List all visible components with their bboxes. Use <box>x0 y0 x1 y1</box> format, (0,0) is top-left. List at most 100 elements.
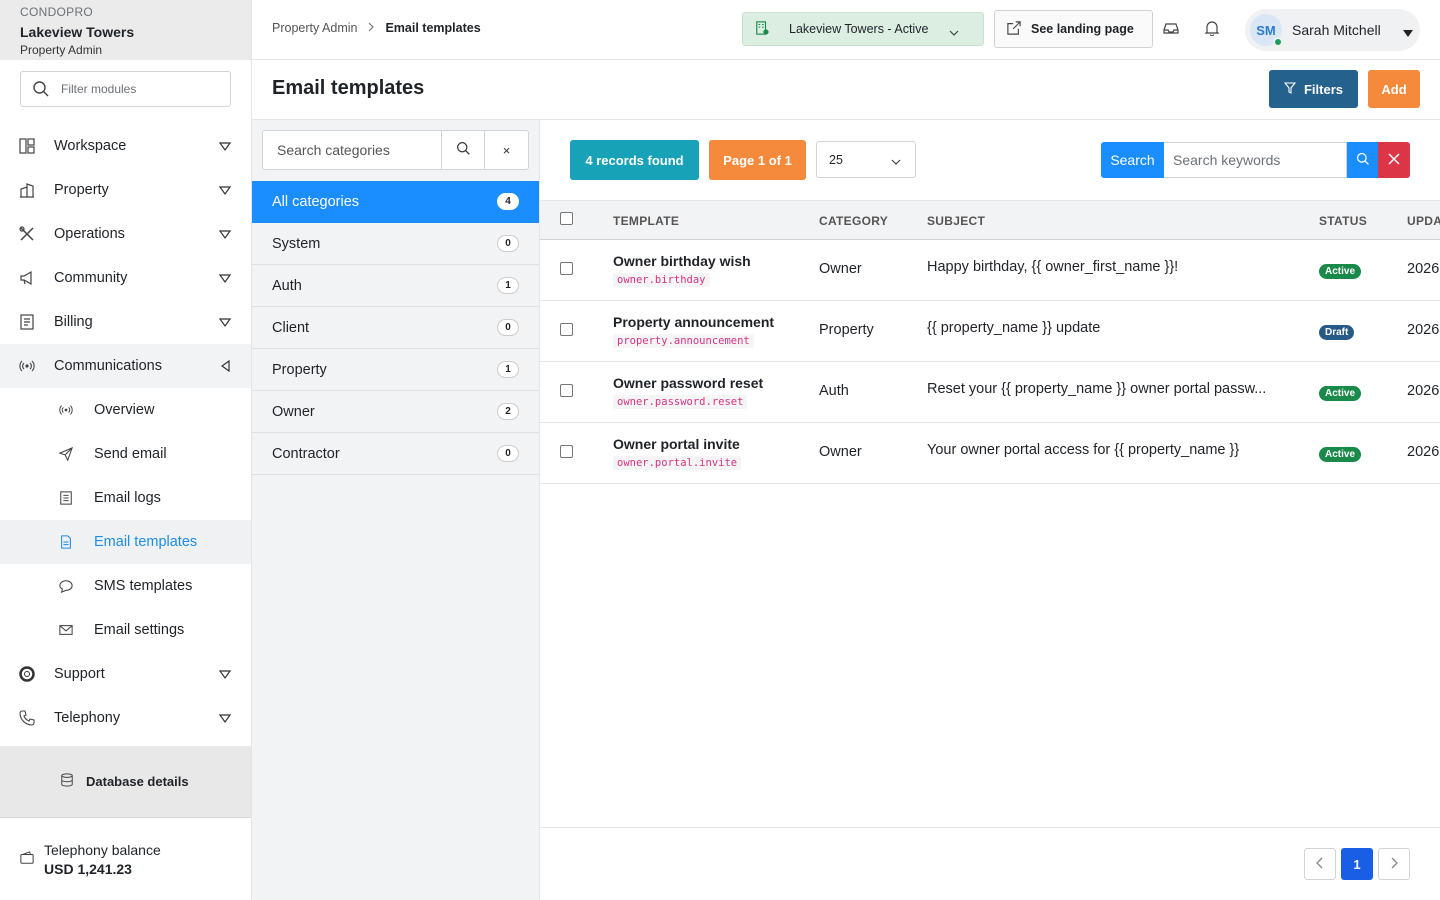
invoice-icon <box>18 313 36 331</box>
category-item-all[interactable]: All categories 4 <box>252 181 539 223</box>
sidebar-item-email-settings[interactable]: Email settings <box>0 608 251 652</box>
category-count-badge: 0 <box>497 319 519 336</box>
category-search: Search categories × <box>262 130 529 170</box>
building-check-icon <box>755 20 769 38</box>
status-badge: Active <box>1319 264 1362 279</box>
per-page-select[interactable]: 25 <box>816 141 916 178</box>
category-item-property[interactable]: Property 1 <box>252 349 539 391</box>
category-clear-button[interactable]: × <box>485 131 528 169</box>
property-selector[interactable]: Lakeview Towers - Active <box>742 12 984 46</box>
category-item-auth[interactable]: Auth 1 <box>252 265 539 307</box>
database-details-label: Database details <box>86 774 189 789</box>
category-search-input[interactable]: Search categories <box>263 131 442 169</box>
template-name[interactable]: Owner birthday wish <box>613 253 751 269</box>
sidebar-item-communications[interactable]: Communications <box>0 344 251 388</box>
wallet-icon <box>20 850 34 868</box>
page-button-current[interactable]: 1 <box>1341 848 1373 880</box>
sidebar-item-overview[interactable]: Overview <box>0 388 251 432</box>
broadcast-icon <box>18 357 36 375</box>
pagination-bar: 1 <box>540 827 1440 900</box>
row-checkbox[interactable] <box>560 323 573 336</box>
sidebar-item-label: Workspace <box>54 138 127 154</box>
sidebar-item-label: Email templates <box>94 534 198 550</box>
category-item-contractor[interactable]: Contractor 0 <box>252 433 539 475</box>
chevron-right-icon <box>1390 857 1398 872</box>
row-checkbox[interactable] <box>560 262 573 275</box>
template-name[interactable]: Property announcement <box>613 314 774 330</box>
page-header: Email templates Filters Add <box>252 60 1440 120</box>
filters-button[interactable]: Filters <box>1269 70 1358 108</box>
chevron-left-icon <box>1316 857 1324 872</box>
sidebar-item-email-logs[interactable]: Email logs <box>0 476 251 520</box>
database-icon <box>60 773 74 790</box>
add-button[interactable]: Add <box>1368 70 1420 108</box>
filter-modules-input[interactable]: Filter modules <box>20 71 231 107</box>
document-icon <box>58 534 74 550</box>
sidebar-item-workspace[interactable]: Workspace <box>0 124 251 168</box>
keyword-search-label: Search <box>1101 142 1164 178</box>
category-label: Contractor <box>272 445 340 462</box>
row-checkbox[interactable] <box>560 445 573 458</box>
table-row[interactable]: Owner birthday wish owner.birthday Owner… <box>540 240 1440 301</box>
column-header-status[interactable]: STATUS <box>1319 214 1367 228</box>
avatar: SM <box>1250 14 1283 47</box>
sidebar-item-support[interactable]: Support <box>0 652 251 696</box>
table-header: TEMPLATE CATEGORY SUBJECT STATUS UPDA <box>540 200 1440 240</box>
telephony-balance: Telephony balance USD 1,241.23 <box>0 818 251 900</box>
keyword-clear-button[interactable] <box>1378 142 1410 178</box>
template-category: Property <box>819 322 874 338</box>
category-item-owner[interactable]: Owner 2 <box>252 391 539 433</box>
previous-page-button[interactable] <box>1304 848 1336 880</box>
balance-value: USD 1,241.23 <box>44 860 132 877</box>
template-name[interactable]: Owner portal invite <box>613 436 740 452</box>
table-row[interactable]: Owner password reset owner.password.rese… <box>540 362 1440 423</box>
sidebar-item-operations[interactable]: Operations <box>0 212 251 256</box>
sidebar-item-send-email[interactable]: Send email <box>0 432 251 476</box>
sidebar-item-sms-templates[interactable]: SMS templates <box>0 564 251 608</box>
user-menu[interactable]: SM Sarah Mitchell <box>1245 9 1420 51</box>
template-name[interactable]: Owner password reset <box>613 375 763 391</box>
table-row[interactable]: Property announcement property.announcem… <box>540 301 1440 362</box>
sidebar-item-label: Communications <box>54 358 162 374</box>
bell-icon[interactable] <box>1204 20 1220 39</box>
breadcrumb-parent-link[interactable]: Property Admin <box>272 21 357 35</box>
category-count-badge: 1 <box>497 277 519 294</box>
category-search-button[interactable] <box>442 131 485 169</box>
column-header-template[interactable]: TEMPLATE <box>613 214 679 228</box>
keyword-search-input[interactable]: Search keywords <box>1164 142 1347 178</box>
column-header-updated[interactable]: UPDA <box>1407 214 1440 228</box>
sidebar-item-billing[interactable]: Billing <box>0 300 251 344</box>
sidebar-item-community[interactable]: Community <box>0 256 251 300</box>
database-details-button[interactable]: Database details <box>0 746 251 818</box>
category-label: All categories <box>272 193 360 210</box>
category-count-badge: 0 <box>497 445 519 462</box>
balance-label: Telephony balance <box>44 841 161 858</box>
top-bar: Property Admin Email templates Lakeview … <box>252 0 1440 60</box>
category-item-system[interactable]: System 0 <box>252 223 539 265</box>
row-checkbox[interactable] <box>560 384 573 397</box>
select-all-checkbox[interactable] <box>560 212 573 225</box>
online-status-dot <box>1273 37 1283 47</box>
keyword-search-button[interactable] <box>1347 142 1378 178</box>
sidebar-item-telephony[interactable]: Telephony <box>0 696 251 740</box>
filters-button-label: Filters <box>1303 81 1343 97</box>
category-label: Property <box>272 361 327 378</box>
table-row[interactable]: Owner portal invite owner.portal.invite … <box>540 423 1440 484</box>
sidebar-item-property[interactable]: Property <box>0 168 251 212</box>
category-list: All categories 4 System 0 Auth 1 Client … <box>252 181 539 475</box>
category-count-badge: 4 <box>497 193 519 210</box>
close-icon <box>1388 152 1400 168</box>
column-header-category[interactable]: CATEGORY <box>819 214 888 228</box>
sidebar-item-label: Billing <box>54 314 93 330</box>
status-badge: Draft <box>1319 325 1355 340</box>
category-label: Auth <box>272 277 302 294</box>
category-item-client[interactable]: Client 0 <box>252 307 539 349</box>
sidebar-item-email-templates[interactable]: Email templates <box>0 520 251 564</box>
see-landing-page-button[interactable]: See landing page <box>994 10 1153 48</box>
next-page-button[interactable] <box>1378 848 1410 880</box>
template-subject: Reset your {{ property_name }} owner por… <box>927 381 1267 397</box>
template-category: Auth <box>819 383 849 399</box>
column-header-subject[interactable]: SUBJECT <box>927 214 985 228</box>
inbox-icon[interactable] <box>1163 20 1179 39</box>
sidebar-item-label: Email logs <box>94 490 161 506</box>
